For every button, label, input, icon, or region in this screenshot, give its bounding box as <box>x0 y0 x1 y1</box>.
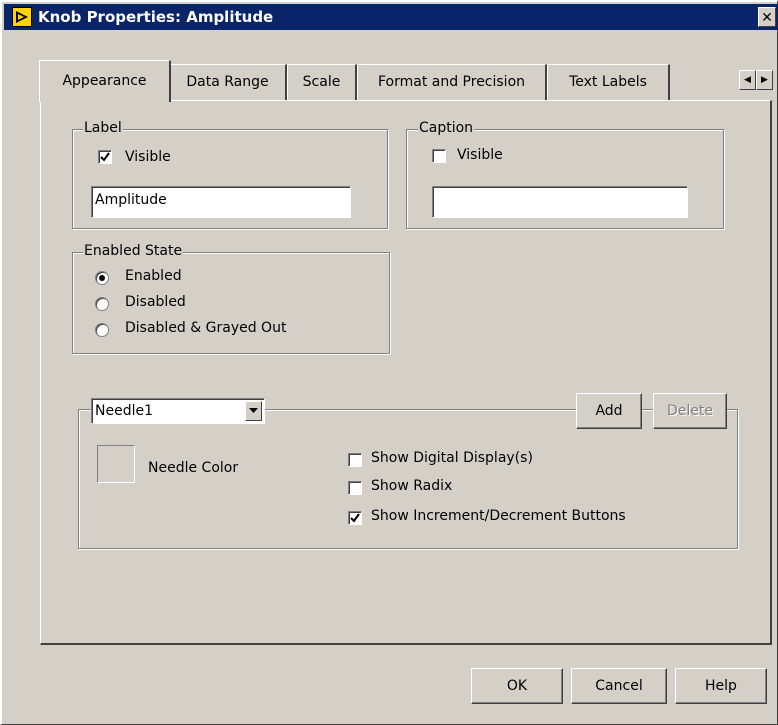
labview-arrow-icon <box>12 7 32 27</box>
tab-label: Format and Precision <box>377 74 526 90</box>
tab-label: Data Range <box>186 74 269 90</box>
scroll-right-icon[interactable]: ▶ <box>756 70 773 90</box>
tab-data-range[interactable]: Data Range <box>169 64 287 100</box>
ok-button[interactable]: OK <box>471 668 563 704</box>
tab-text-labels[interactable]: Text Labels <box>547 64 670 100</box>
cancel-button[interactable]: Cancel <box>571 668 667 704</box>
tab-label: Scale <box>302 74 341 90</box>
tab-label: Text Labels <box>569 74 647 90</box>
dialog-window: Knob Properties: Amplitude ✕ Appearance … <box>0 0 778 725</box>
title-bar[interactable]: Knob Properties: Amplitude ✕ <box>4 4 778 30</box>
close-icon[interactable]: ✕ <box>758 7 776 27</box>
tab-appearance[interactable]: Appearance <box>39 60 171 102</box>
tab-panel-appearance <box>40 100 772 645</box>
tab-label: Appearance <box>62 73 147 89</box>
scroll-left-icon[interactable]: ◀ <box>739 70 756 90</box>
tab-scale[interactable]: Scale <box>287 64 357 100</box>
window-title: Knob Properties: Amplitude <box>38 8 274 26</box>
help-button[interactable]: Help <box>675 668 767 704</box>
tab-format-and-precision[interactable]: Format and Precision <box>357 64 547 100</box>
